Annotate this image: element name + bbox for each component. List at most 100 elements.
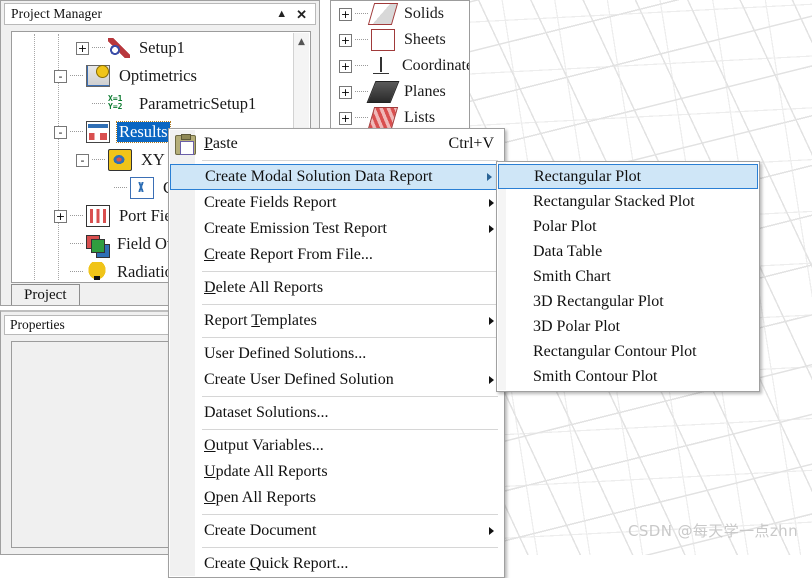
menu-item-label: Paste <box>204 135 238 152</box>
sheets-icon <box>371 29 395 51</box>
submenu-item-data-table[interactable]: Data Table <box>497 239 759 264</box>
model-tree-item-label: Coordinate <box>402 57 470 74</box>
menu-item-update-all-reports[interactable]: Update All Reports <box>169 459 504 485</box>
project-manager-title: Project Manager <box>11 6 103 21</box>
submenu-item-3d-rectangular-plot[interactable]: 3D Rectangular Plot <box>497 289 759 314</box>
context-menu-items: Paste Ctrl+V Create Modal Solution Data Re… <box>169 131 504 577</box>
menu-item-label: Create Quick Report... <box>204 555 349 572</box>
menu-item-output-variables[interactable]: Output Variables... <box>169 433 504 459</box>
tree-connector <box>70 131 83 133</box>
tree-connector <box>355 65 368 67</box>
menu-item-label: Create Emission Test Report <box>204 220 387 237</box>
submenu-item-smith-contour-plot[interactable]: Smith Contour Plot <box>497 364 759 389</box>
submenu-item-polar-plot[interactable]: Polar Plot <box>497 214 759 239</box>
submenu-item-smith-chart[interactable]: Smith Chart <box>497 264 759 289</box>
submenu-arrow-icon <box>489 527 494 535</box>
close-icon[interactable]: ✕ <box>296 8 307 21</box>
submenu-item-rectangular-stacked-plot[interactable]: Rectangular Stacked Plot <box>497 189 759 214</box>
collapse-icon[interactable]: - <box>54 125 67 139</box>
menu-item-user-defined-solutions[interactable]: User Defined Solutions... <box>169 341 504 367</box>
model-tree-item-label: Sheets <box>404 31 446 48</box>
tree-connector <box>355 13 368 15</box>
menu-separator <box>202 514 498 515</box>
tree-connector <box>70 75 83 77</box>
menu-item-create-report-from-file[interactable]: Create Report From File... <box>169 242 504 268</box>
setup-icon <box>108 38 130 58</box>
chevron-up-icon[interactable]: ▲ <box>294 33 309 50</box>
menu-item-report-templates[interactable]: Report Templates <box>169 308 504 334</box>
expand-icon[interactable]: + <box>339 7 352 21</box>
expand-icon[interactable]: + <box>339 85 352 99</box>
results-icon <box>86 121 110 143</box>
menu-item-label: User Defined Solutions... <box>204 345 367 362</box>
model-tree-item-solids[interactable]: + Solids <box>331 1 469 27</box>
model-tree-panel[interactable]: + Solids + Sheets + Coordinate + Planes + Lists <box>330 0 470 133</box>
tree-connector <box>70 271 83 273</box>
tree-connector <box>92 47 105 49</box>
menu-item-label: Report Templates <box>204 312 317 329</box>
coordinate-systems-icon <box>371 56 393 76</box>
menu-separator <box>202 547 498 548</box>
menu-separator <box>202 396 498 397</box>
expand-icon[interactable]: + <box>76 41 89 55</box>
optimetrics-icon <box>86 65 110 87</box>
menu-item-label: Create Modal Solution Data Report <box>205 168 433 185</box>
tree-connector <box>355 39 368 41</box>
submenu-item-3d-polar-plot[interactable]: 3D Polar Plot <box>497 314 759 339</box>
submenu-item-rectangular-contour-plot[interactable]: Rectangular Contour Plot <box>497 339 759 364</box>
tree-item-optimetrics[interactable]: - Optimetrics <box>14 62 292 90</box>
report-type-submenu[interactable]: Rectangular Plot Rectangular Stacked Plot… <box>496 161 760 392</box>
port-field-icon <box>86 205 110 227</box>
model-tree-item-coordinate[interactable]: + Coordinate <box>331 53 469 79</box>
menu-item-label: Delete All Reports <box>204 279 324 296</box>
solids-icon <box>367 3 399 25</box>
model-tree-item-label: Lists <box>404 109 436 126</box>
menu-item-create-emission-test-report[interactable]: Create Emission Test Report <box>169 216 504 242</box>
tree-item-setup1[interactable]: + Setup1 <box>14 34 292 62</box>
radiation-icon <box>86 262 108 280</box>
menu-item-label: 3D Polar Plot <box>533 317 621 335</box>
expand-icon[interactable]: + <box>54 209 67 223</box>
collapse-icon[interactable]: - <box>54 69 67 83</box>
collapse-icon[interactable]: - <box>76 153 89 167</box>
tree-connector <box>70 215 83 217</box>
menu-item-create-document[interactable]: Create Document <box>169 518 504 544</box>
menu-separator <box>202 160 498 161</box>
menu-item-shortcut: Ctrl+V <box>448 135 494 152</box>
model-tree-item-sheets[interactable]: + Sheets <box>331 27 469 53</box>
tree-connector <box>355 117 368 119</box>
context-menu[interactable]: Paste Ctrl+V Create Modal Solution Data Re… <box>168 128 505 578</box>
expand-icon[interactable]: + <box>339 111 352 125</box>
menu-item-delete-all-reports[interactable]: Delete All Reports <box>169 275 504 301</box>
paste-icon <box>175 134 196 155</box>
properties-title: Properties <box>10 317 65 332</box>
model-tree-item-planes[interactable]: + Planes <box>331 79 469 105</box>
expand-icon[interactable]: + <box>339 59 352 73</box>
menu-item-label: Rectangular Stacked Plot <box>533 192 695 210</box>
model-tree-item-label: Solids <box>404 5 445 22</box>
tree-item-label: Setup1 <box>139 38 185 57</box>
menu-item-paste[interactable]: Paste Ctrl+V <box>169 131 504 157</box>
tree-connector <box>92 159 105 161</box>
menu-item-dataset-solutions[interactable]: Dataset Solutions... <box>169 400 504 426</box>
menu-item-open-all-reports[interactable]: Open All Reports <box>169 485 504 511</box>
tree-item-parametricsetup1[interactable]: X=1 Y=2 ParametricSetup1 <box>14 90 292 118</box>
menu-separator <box>202 429 498 430</box>
menu-item-create-user-defined-solution[interactable]: Create User Defined Solution <box>169 367 504 393</box>
menu-item-label: Data Table <box>533 242 603 260</box>
menu-item-create-modal-solution-data-report[interactable]: Create Modal Solution Data Report <box>170 164 503 190</box>
submenu-item-rectangular-plot[interactable]: Rectangular Plot <box>498 164 758 189</box>
menu-item-label: Create Report From File... <box>204 246 373 263</box>
project-manager-titlebar-buttons: ▲ ✕ <box>276 8 315 21</box>
menu-item-create-fields-report[interactable]: Create Fields Report <box>169 190 504 216</box>
triangle-up-icon[interactable]: ▲ <box>276 8 287 20</box>
menu-item-label: Update All Reports <box>204 463 328 480</box>
menu-item-label: Rectangular Contour Plot <box>533 342 697 360</box>
menu-item-label: Rectangular Plot <box>534 167 642 185</box>
tab-project[interactable]: Project <box>11 284 80 305</box>
expand-icon[interactable]: + <box>339 33 352 47</box>
project-manager-titlebar: Project Manager ▲ ✕ <box>4 3 316 25</box>
